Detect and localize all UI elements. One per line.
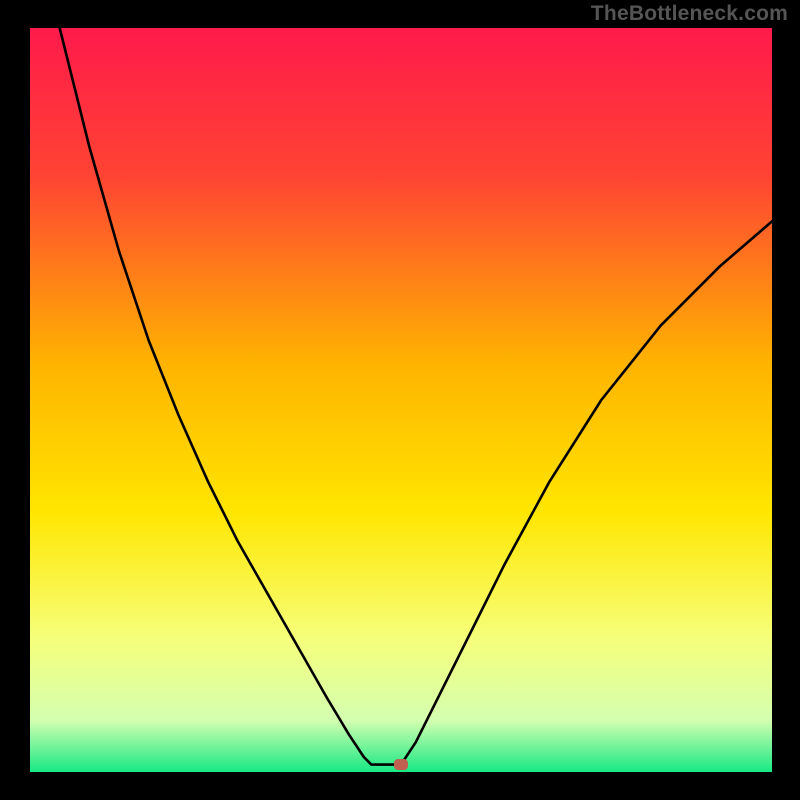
chart-frame: TheBottleneck.com — [0, 0, 800, 800]
plot-background — [30, 28, 772, 772]
minimum-marker — [394, 759, 408, 770]
watermark-text: TheBottleneck.com — [591, 2, 788, 26]
bottleneck-chart — [0, 0, 800, 800]
